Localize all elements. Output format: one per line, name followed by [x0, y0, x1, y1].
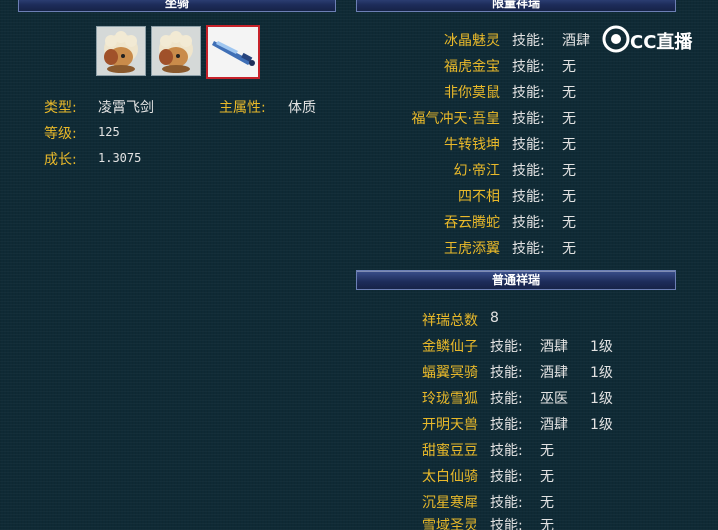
skill-label: 技能:: [490, 518, 523, 530]
skill-value: 酒肆: [540, 365, 568, 381]
skill-label: 技能:: [490, 417, 523, 433]
normal-name: 太白仙骑: [422, 469, 478, 485]
skill-value: 无: [540, 495, 554, 511]
limited-row: 福虎金宝 技能: 无: [0, 56, 718, 78]
limited-name: 王虎添翼: [444, 241, 500, 257]
skill-label: 技能:: [490, 443, 523, 459]
skill-label: 技能:: [490, 339, 523, 355]
limited-name: 福虎金宝: [444, 59, 500, 75]
skill-value: 酒肆: [540, 417, 568, 433]
normal-row: 甜蜜豆豆 技能: 无: [0, 440, 718, 462]
skill-label: 技能:: [490, 495, 523, 511]
skill-value: 酒肆: [540, 339, 568, 355]
normal-total-row: 祥瑞总数 8: [0, 310, 718, 332]
normal-name: 蝠翼冥骑: [422, 365, 478, 381]
normal-name: 雪域圣灵: [422, 518, 478, 530]
skill-value: 无: [562, 111, 576, 127]
skill-label: 技能:: [512, 215, 545, 231]
limited-name: 幻·帝江: [453, 163, 500, 179]
limited-row: 王虎添翼 技能: 无: [0, 238, 718, 260]
skill-value: 巫医: [540, 391, 568, 407]
skill-value: 酒肆: [562, 33, 590, 49]
normal-row: 沉星寒犀 技能: 无: [0, 492, 718, 514]
skill-label: 技能:: [512, 241, 545, 257]
mount-header: 坐骑: [18, 0, 336, 12]
skill-value: 无: [562, 241, 576, 257]
limited-row: 非你莫鼠 技能: 无: [0, 82, 718, 104]
skill-label: 技能:: [512, 85, 545, 101]
limited-row: 幻·帝江 技能: 无: [0, 160, 718, 182]
skill-label: 技能:: [512, 163, 545, 179]
skill-level: 1级: [590, 417, 613, 433]
skill-level: 1级: [590, 391, 613, 407]
skill-value: 无: [562, 59, 576, 75]
limited-name: 冰晶魅灵: [444, 33, 500, 49]
normal-name: 开明天兽: [422, 417, 478, 433]
skill-label: 技能:: [490, 469, 523, 485]
limited-row: 四不相 技能: 无: [0, 186, 718, 208]
limited-name: 吞云腾蛇: [444, 215, 500, 231]
normal-name: 玲珑雪狐: [422, 391, 478, 407]
skill-value: 无: [562, 163, 576, 179]
skill-value: 无: [562, 189, 576, 205]
normal-total-label: 祥瑞总数: [422, 313, 478, 329]
limited-row: 牛转钱坤 技能: 无: [0, 134, 718, 156]
limited-row: 冰晶魅灵 技能: 酒肆: [0, 30, 718, 52]
normal-name: 甜蜜豆豆: [422, 443, 478, 459]
normal-row: 玲珑雪狐 技能: 巫医 1级: [0, 388, 718, 410]
limited-auspicious-header: 限量祥瑞: [356, 0, 676, 12]
normal-row: 蝠翼冥骑 技能: 酒肆 1级: [0, 362, 718, 384]
skill-value: 无: [540, 518, 554, 530]
limited-name: 四不相: [458, 189, 500, 205]
limited-name: 非你莫鼠: [444, 85, 500, 101]
skill-level: 1级: [590, 339, 613, 355]
skill-label: 技能:: [490, 365, 523, 381]
normal-row: 开明天兽 技能: 酒肆 1级: [0, 414, 718, 436]
skill-label: 技能:: [512, 137, 545, 153]
normal-row: 雪域圣灵 技能: 无: [0, 515, 718, 530]
skill-label: 技能:: [512, 33, 545, 49]
skill-label: 技能:: [490, 391, 523, 407]
skill-label: 技能:: [512, 59, 545, 75]
skill-label: 技能:: [512, 111, 545, 127]
skill-value: 无: [540, 469, 554, 485]
skill-label: 技能:: [512, 189, 545, 205]
skill-value: 无: [562, 137, 576, 153]
normal-row: 太白仙骑 技能: 无: [0, 466, 718, 488]
limited-name: 牛转钱坤: [444, 137, 500, 153]
normal-name: 沉星寒犀: [422, 495, 478, 511]
limited-row: 吞云腾蛇 技能: 无: [0, 212, 718, 234]
skill-value: 无: [562, 85, 576, 101]
skill-value: 无: [562, 215, 576, 231]
skill-value: 无: [540, 443, 554, 459]
skill-level: 1级: [590, 365, 613, 381]
limited-name: 福气冲天·吾皇: [411, 111, 500, 127]
normal-total-value: 8: [490, 310, 499, 326]
normal-auspicious-header: 普通祥瑞: [356, 270, 676, 290]
limited-row: 福气冲天·吾皇 技能: 无: [0, 108, 718, 130]
normal-row: 金鳞仙子 技能: 酒肆 1级: [0, 336, 718, 358]
normal-name: 金鳞仙子: [422, 339, 478, 355]
